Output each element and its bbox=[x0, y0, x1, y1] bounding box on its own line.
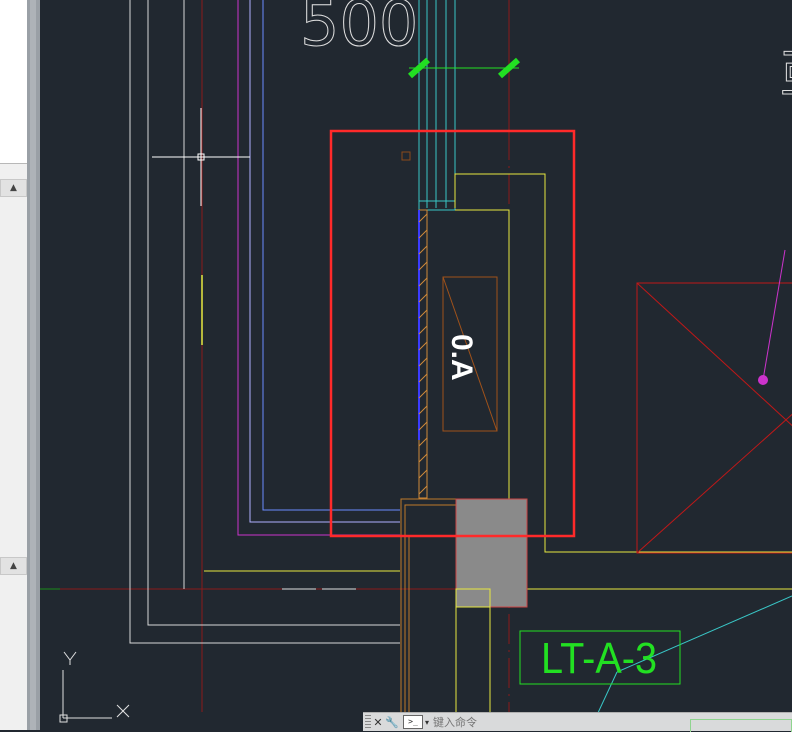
command-prompt-icon[interactable]: >_ bbox=[403, 715, 423, 729]
chevron-down-icon[interactable]: ▾ bbox=[425, 718, 429, 727]
close-icon[interactable]: ✕ bbox=[371, 716, 385, 729]
partial-text: 亞 bbox=[780, 45, 792, 105]
ucs-icon bbox=[59, 651, 130, 723]
equipment-label: 0.A bbox=[445, 334, 478, 381]
room-label: LT-A-3 bbox=[541, 634, 657, 683]
command-input[interactable] bbox=[433, 715, 634, 729]
dimension-text: 500 bbox=[300, 0, 418, 60]
wrench-icon[interactable]: 🔧 bbox=[385, 716, 399, 729]
status-field bbox=[690, 719, 792, 732]
drawing-canvas[interactable]: 500 LT-A-3 0.A 亞 bbox=[0, 0, 792, 730]
command-line-bar: ✕ 🔧 >_ ▾ bbox=[363, 712, 792, 732]
